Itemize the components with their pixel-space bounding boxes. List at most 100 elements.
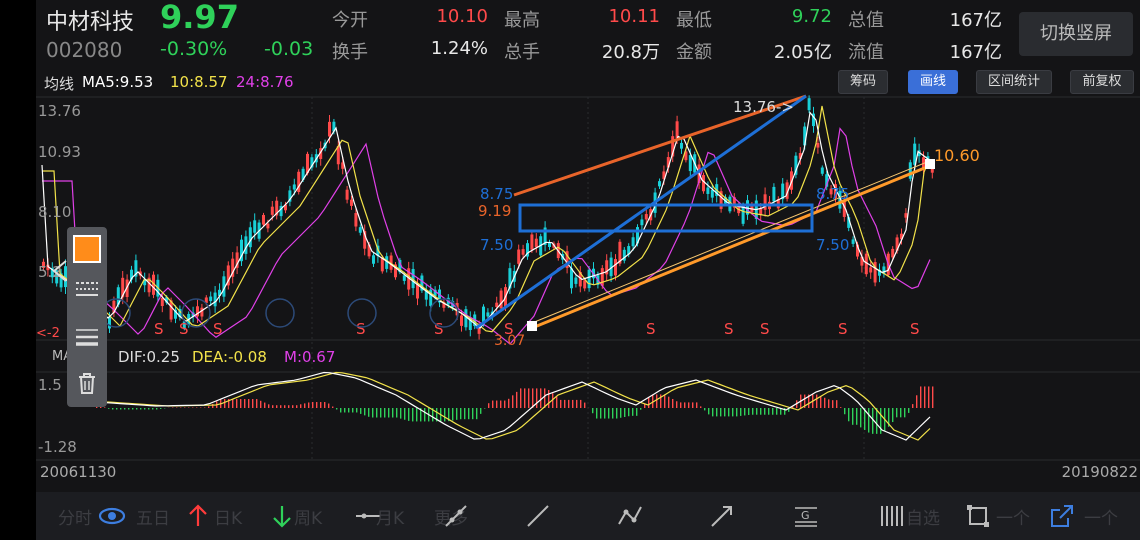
sell-mark: S [724,320,734,338]
macd-bar [232,399,234,408]
sell-mark: S [356,320,366,338]
arrow-down-icon[interactable] [268,502,296,530]
candle-body [486,312,490,317]
tab-watchlist[interactable]: 自选 [906,504,940,529]
annotation-1060: 10.60 [934,146,980,165]
macd-bar [492,400,494,408]
annotation-left-low: <-2 [36,326,60,341]
macd-bar [260,400,262,408]
sell-mark: S [434,320,444,338]
macd-bar [528,388,530,408]
macd-bar [924,386,926,408]
line-style-icon[interactable] [73,275,101,303]
macd-bar [316,402,318,408]
candle-body [820,167,824,174]
macd-bar [768,408,770,415]
macd-bar [616,408,618,419]
macd-bar [824,397,826,408]
macd-bar [664,394,666,408]
tab-intraday[interactable]: 分时 [58,504,92,529]
candle-body [583,280,587,289]
candle-body [213,292,217,307]
macd-bar [144,408,146,410]
candle-body [354,213,358,227]
macd-bar [836,400,838,408]
macd-bar [500,400,502,408]
line-handle-start[interactable] [527,321,537,331]
rectangle-icon[interactable] [964,502,992,530]
annotation-750-left: 7.50 [480,236,513,254]
eye-icon[interactable] [98,502,126,530]
macd-bar [524,388,526,408]
candle-body [574,277,578,284]
chevron-left-icon[interactable] [50,258,70,284]
fibonacci-icon[interactable]: G [792,502,820,530]
candle-body [631,237,635,247]
candle-body [644,214,648,220]
macd-bar [648,397,650,408]
macd-bar [288,405,290,408]
macd-bar [672,398,674,408]
color-swatch-icon[interactable] [73,235,101,263]
sell-mark: S [838,320,848,338]
macd-bar [496,400,498,408]
macd-bar [692,402,694,408]
candle-body [816,142,820,148]
macd-dea: DEA:-0.08 [192,348,267,366]
arrow-up-icon[interactable] [184,502,212,530]
candle-body [160,297,164,307]
tab-month-k[interactable]: 月K [376,504,404,529]
annotation-875-left: 8.75 [480,185,513,203]
macd-bar [700,406,702,408]
macd-bar [544,388,546,408]
segment-line-icon[interactable] [524,502,552,530]
macd-bar [156,408,158,410]
sell-mark: S [760,320,770,338]
macd-bar [732,408,734,417]
macd-bar [300,404,302,408]
candle-body [680,142,683,149]
tab-next[interactable]: 一个 [1084,504,1118,529]
macd-bar [536,388,538,408]
macd-bar [136,408,138,410]
macd-bar [272,405,274,408]
macd-bar [364,408,366,416]
candle-body [675,121,679,139]
macd-bar [108,408,110,409]
share-export-icon[interactable] [1048,502,1076,530]
macd-bar [704,408,706,411]
macd-bar [676,401,678,408]
trash-icon[interactable] [73,369,101,397]
macd-bar [548,390,550,408]
candle-body [702,175,705,192]
tab-week-k[interactable]: 周K [294,504,322,529]
polyline-icon[interactable] [616,502,644,530]
candle-body [869,267,873,273]
parallel-lines-icon[interactable] [878,502,906,530]
candle-body [759,208,763,215]
candle-body [248,227,252,248]
tab-day-k[interactable]: 日K [214,504,242,529]
macd-bar [120,408,122,410]
macd-bar [572,399,574,408]
ray-line-icon[interactable] [442,502,470,530]
candle-body [499,290,503,309]
candle-body [262,214,265,225]
macd-bar [712,408,714,417]
macd-bar [832,400,834,408]
macd-histogram [96,386,934,434]
line-width-icon[interactable] [73,323,101,351]
macd-bar [816,394,818,408]
kline-chart[interactable]: 13.76-> 8.75 9.19 7.50 8.75 7.50 10.60 3… [36,0,1140,492]
candle-body [328,121,331,137]
macd-bar [324,402,326,408]
tab-five-day[interactable]: 五日 [136,504,170,529]
macd-bar [892,408,894,423]
tab-prev[interactable]: 一个 [996,504,1030,529]
macd-bar [580,399,582,408]
macd-bar [640,408,642,410]
macd-bar [488,403,490,408]
macd-bar [240,399,242,408]
arrow-line-icon[interactable] [708,502,736,530]
macd-bar [748,408,750,415]
